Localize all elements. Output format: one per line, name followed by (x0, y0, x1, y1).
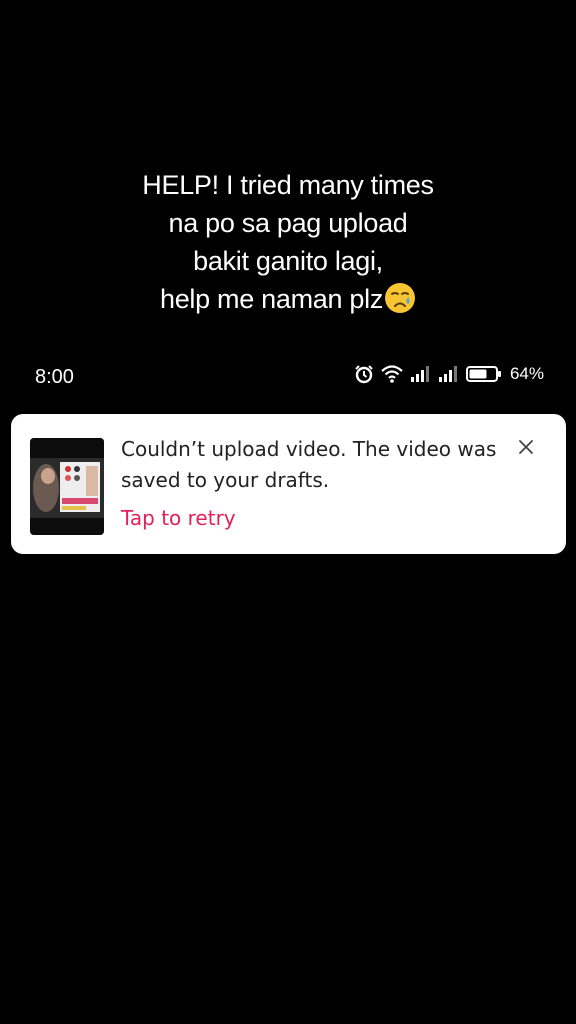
tap-to-retry-link[interactable]: Tap to retry (121, 503, 236, 534)
upload-failed-notification[interactable]: Couldn’t upload video. The video was sav… (11, 414, 566, 554)
notification-message: Couldn’t upload video. The video was sav… (121, 437, 497, 492)
video-thumbnail (30, 438, 104, 535)
thumbnail-image (30, 438, 104, 535)
battery-percent: 64% (509, 364, 544, 383)
battery-icon (465, 366, 501, 382)
alarm-icon (355, 365, 373, 384)
caption-overlay: HELP! I tried many times na po sa pag up… (0, 166, 576, 318)
status-icons: 64% (354, 360, 544, 388)
wifi-icon (381, 365, 403, 383)
caption-line-4-row: help me naman plz (0, 280, 576, 318)
caption-line-1: HELP! I tried many times (142, 170, 434, 200)
crying-face-icon (385, 283, 416, 313)
caption-line-3: bakit ganito lagi, (193, 246, 383, 276)
signal-icon (438, 366, 457, 382)
caption-line-4: help me naman plz (159, 284, 384, 314)
close-icon (519, 440, 533, 454)
close-button[interactable] (511, 432, 541, 462)
caption-line-2: na po sa pag upload (168, 208, 408, 238)
status-bar: 8:00 64% (0, 360, 576, 392)
status-time: 8:00 (35, 366, 74, 388)
signal-icon (410, 366, 429, 382)
